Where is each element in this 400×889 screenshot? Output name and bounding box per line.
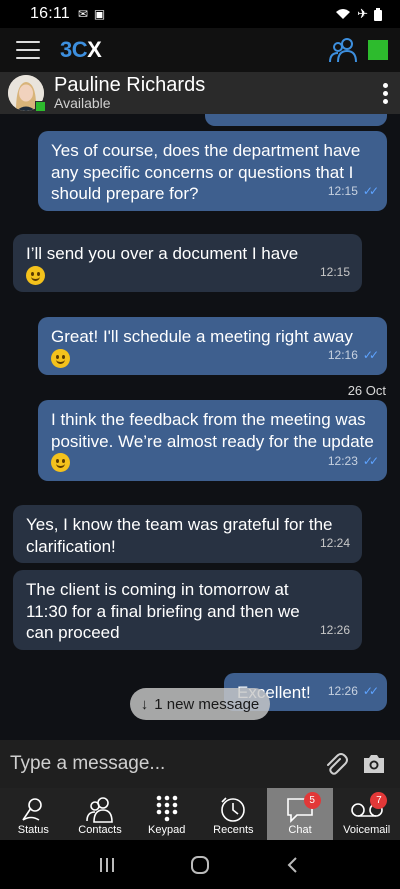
nav-contacts[interactable]: Contacts [67, 788, 134, 840]
smiley-emoji-icon [51, 453, 70, 472]
app-logo: 3CX [60, 37, 102, 62]
keypad-icon [156, 794, 178, 824]
nav-status[interactable]: Status [0, 788, 67, 840]
nav-voicemail[interactable]: 7 Voicemail [333, 788, 400, 840]
status-icon [19, 794, 47, 824]
message-bubble[interactable]: Yes of course, does the department have … [38, 131, 387, 211]
menu-icon[interactable] [16, 41, 40, 59]
message-input[interactable] [10, 753, 314, 775]
home-icon[interactable] [190, 855, 210, 875]
message-bubble[interactable]: Great! I'll schedule a meeting right awa… [38, 317, 387, 375]
message-meta: 12:15 ✓✓ [328, 181, 379, 203]
message-bubble[interactable]: I’ll send you over a document I have 12:… [13, 234, 362, 292]
arrow-down-icon: ↓ [140, 695, 149, 713]
chat-contact-bar: Pauline Richards Available [0, 72, 400, 114]
unread-chat-badge: 5 [303, 792, 321, 809]
system-navigation-bar [0, 840, 400, 889]
chat-messages[interactable]: Yes of course, does the department have … [0, 114, 400, 740]
message-text: Great! I'll schedule a meeting right awa… [51, 327, 353, 346]
system-status-bar: 16:11 ✉ ▣ ✈ [0, 0, 400, 28]
airplane-mode-icon: ✈ [357, 6, 368, 21]
message-composer [0, 740, 400, 788]
battery-icon [374, 7, 382, 21]
read-receipt-icon: ✓✓ [362, 453, 379, 468]
read-receipt-icon: ✓✓ [362, 683, 379, 698]
my-status-indicator[interactable] [368, 40, 388, 60]
nav-chat[interactable]: 5 Chat [266, 788, 334, 840]
bottom-navigation: Status Contacts Keypad Recents 5 Chat 7 … [0, 788, 400, 840]
presence-users-icon[interactable] [328, 37, 358, 63]
clock: 16:11 [30, 5, 70, 22]
nav-label: Status [17, 824, 49, 836]
gallery-icon: ▣ [93, 7, 106, 21]
new-message-label: 1 new message [154, 695, 260, 713]
paperclip-icon[interactable] [320, 748, 352, 780]
mail-icon: ✉ [77, 7, 88, 21]
message-meta: 12:15 [319, 264, 350, 279]
read-receipt-icon: ✓✓ [362, 183, 379, 198]
more-options-icon[interactable] [370, 78, 400, 108]
message-meta: 12:26 ✓✓ [328, 681, 379, 703]
nav-label: Chat [288, 824, 312, 836]
read-receipt-icon: ✓✓ [362, 347, 379, 362]
message-text: Yes of course, does the department have … [51, 141, 361, 203]
message-bubble[interactable]: Yes, I know the team was grateful for th… [13, 505, 362, 563]
nav-label: Recents [213, 824, 254, 836]
smiley-emoji-icon [26, 265, 45, 285]
message-meta: 12:23 ✓✓ [328, 451, 379, 473]
system-icons: ✈ [335, 6, 382, 22]
wifi-icon [336, 9, 351, 19]
nav-label: Keypad [148, 824, 186, 836]
smiley-emoji-icon [51, 348, 70, 368]
nav-recents[interactable]: Recents [200, 788, 267, 840]
avatar[interactable] [8, 75, 46, 112]
message-meta: 12:24 [319, 535, 350, 550]
message-bubble[interactable]: The client is coming in tomorrow at 11:3… [13, 570, 362, 650]
nav-keypad[interactable]: Keypad [133, 788, 200, 840]
contacts-icon [85, 794, 115, 824]
recent-apps-icon[interactable] [97, 855, 117, 875]
message-text: The client is coming in tomorrow at 11:3… [26, 580, 300, 642]
notification-icons: ✉ ▣ [78, 7, 105, 21]
message-meta: 12:26 [319, 622, 350, 637]
message-text: Yes, I know the team was grateful for th… [26, 515, 333, 556]
contact-name: Pauline Richards [54, 74, 206, 97]
message-text: I’ll send you over a document I have [26, 244, 299, 263]
new-message-indicator[interactable]: ↓ 1 new message [130, 688, 270, 720]
back-icon[interactable] [283, 855, 303, 875]
message-text: I think the feedback from the meeting wa… [51, 410, 374, 451]
camera-icon[interactable] [358, 748, 390, 780]
unread-voicemail-badge: 7 [370, 792, 388, 809]
app-header: 3CX [0, 28, 400, 72]
message-bubble[interactable]: I think the feedback from the meeting wa… [38, 400, 387, 481]
contact-status: Available [54, 95, 111, 112]
nav-label: Voicemail [343, 824, 391, 836]
date-separator: 26 Oct [347, 383, 386, 398]
message-meta: 12:16 ✓✓ [328, 345, 379, 367]
clock-icon [219, 794, 247, 824]
message-bubble[interactable] [205, 114, 387, 126]
nav-label: Contacts [78, 824, 122, 836]
presence-dot [35, 101, 46, 112]
